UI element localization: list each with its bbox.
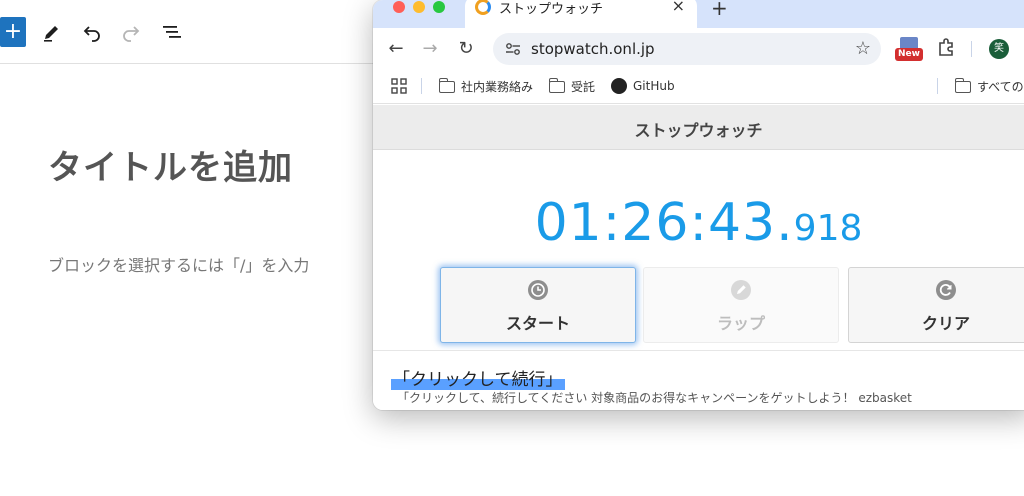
redo-icon[interactable]	[119, 20, 143, 44]
zoom-window-button[interactable]	[433, 1, 445, 13]
extension-new-icon[interactable]: New	[895, 37, 923, 63]
forward-icon[interactable]: →	[419, 38, 441, 60]
undo-icon[interactable]	[80, 20, 104, 44]
apps-grid-icon[interactable]	[391, 78, 407, 94]
page-title: ストップウォッチ	[634, 121, 763, 140]
bookmark-folder-internal[interactable]: 社内業務絡み	[438, 77, 534, 95]
new-tab-button[interactable]: +	[711, 0, 728, 20]
tab-close-icon[interactable]: ×	[672, 0, 685, 15]
pencil-icon[interactable]	[40, 20, 64, 44]
folder-icon	[954, 77, 971, 93]
add-block-button[interactable]: +	[0, 17, 26, 47]
ad-title[interactable]: 「クリックして続行」	[391, 365, 565, 390]
bookmark-folder-all[interactable]: すべての	[954, 77, 1024, 95]
folder-icon	[438, 77, 455, 93]
list-view-icon[interactable]	[160, 20, 184, 44]
stopwatch-page: ストップウォッチ 01:26:43.918 スタート ラップ クリア 「クリック…	[373, 105, 1024, 410]
bookmark-star-icon[interactable]: ☆	[855, 38, 871, 59]
start-button[interactable]: スタート	[440, 267, 636, 343]
navigation-bar: ← → ↻ stopwatch.onl.jp ☆ New 笑	[373, 28, 1024, 70]
ad-banner[interactable]: 「クリックして続行」 「クリックして、続行してください 対象商品のお得なキャンペ…	[373, 350, 1024, 410]
block-hint[interactable]: ブロックを選択するには「/」を入力	[48, 252, 309, 276]
bookmarks-bar: 社内業務絡み 受託 GitHub すべての	[373, 70, 1024, 104]
lap-button[interactable]: ラップ	[643, 267, 839, 343]
bookmark-label: GitHub	[633, 79, 675, 93]
ad-description[interactable]: 「クリックして、続行してください 対象商品のお得なキャンペーンをゲットしよう！ …	[397, 389, 912, 406]
pencil-icon	[731, 280, 751, 300]
url-text[interactable]: stopwatch.onl.jp	[531, 40, 655, 58]
time-display: 01:26:43.918	[373, 193, 1024, 253]
time-main: 01:26:43.	[534, 193, 794, 253]
post-title-placeholder[interactable]: タイトルを追加	[48, 140, 293, 189]
bookmark-github[interactable]: GitHub	[611, 78, 675, 94]
reload-icon[interactable]: ↻	[455, 38, 477, 60]
bookmark-label: 受託	[571, 80, 596, 94]
stopwatch-header: ストップウォッチ	[373, 105, 1024, 150]
address-bar[interactable]: stopwatch.onl.jp ☆	[493, 33, 881, 65]
new-badge: New	[895, 48, 923, 61]
back-icon[interactable]: ←	[385, 38, 407, 60]
site-settings-icon[interactable]	[505, 41, 521, 57]
tab-stopwatch[interactable]: ストップウォッチ ×	[465, 0, 697, 28]
profile-avatar[interactable]: 笑	[989, 39, 1009, 59]
bookmark-folder-contract[interactable]: 受託	[548, 77, 596, 95]
github-icon	[611, 78, 627, 94]
toolbar-separator	[971, 41, 972, 57]
browser-window: ストップウォッチ × + ← → ↻ stopwatch.onl.jp ☆ Ne…	[373, 0, 1024, 410]
minimize-window-button[interactable]	[413, 1, 425, 13]
lap-label: ラップ	[716, 314, 765, 333]
folder-icon	[548, 77, 565, 93]
extensions-puzzle-icon[interactable]	[935, 37, 957, 59]
bookmark-label: 社内業務絡み	[461, 80, 534, 94]
time-milliseconds: 918	[793, 208, 863, 249]
bookmarks-separator	[937, 78, 938, 94]
tab-title: ストップウォッチ	[499, 2, 604, 17]
start-label: スタート	[505, 314, 570, 333]
close-window-button[interactable]	[393, 1, 405, 13]
clock-icon	[528, 280, 548, 300]
refresh-icon	[936, 280, 956, 300]
clear-button[interactable]: クリア	[848, 267, 1024, 343]
tab-strip: ストップウォッチ × +	[373, 0, 1024, 28]
bookmark-label: すべての	[977, 80, 1024, 94]
clear-label: クリア	[921, 314, 970, 333]
stopwatch-favicon-icon	[475, 0, 491, 15]
bookmarks-separator	[421, 78, 422, 94]
